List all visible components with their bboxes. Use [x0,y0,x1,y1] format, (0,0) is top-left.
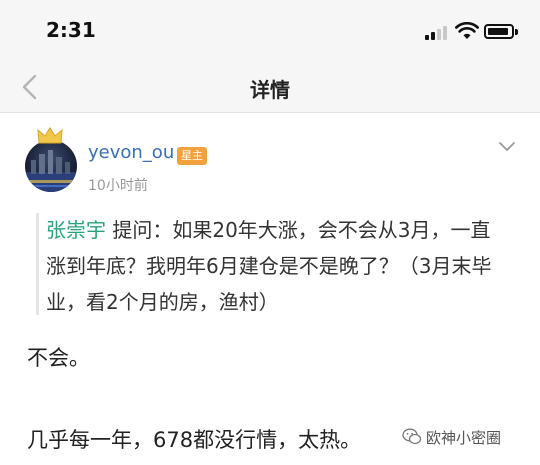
quoted-question: 张崇宇 提问：如果20年大涨，会不会从3月，一直涨到年底？我明年6月建仓是不是晚… [46,212,496,320]
cellular-signal-icon [425,24,449,40]
mention-link[interactable]: 张崇宇 [46,218,106,242]
owner-badge: 星主 [177,147,207,165]
author-name[interactable]: yevon_ou [88,142,174,163]
navigation-bar: 详情 [0,62,540,113]
battery-level [488,28,508,35]
avatar-image [25,150,77,192]
post-time: 10小时前 [88,178,148,194]
answer-line-2: 几乎每一年，678都没行情，太热。 [27,428,362,452]
watermark: 欧神小密圈 [402,426,501,448]
chevron-down-icon [499,142,515,151]
battery-icon [484,24,514,39]
avatar[interactable] [25,140,77,192]
wechat-icon [402,428,422,445]
question-text: 提问：如果20年大涨，会不会从3月，一直涨到年底？我明年6月建仓是不是晚了？（3… [46,218,492,314]
crown-icon [37,127,63,144]
watermark-text: 欧神小密圈 [426,428,502,447]
more-options-button[interactable] [497,139,517,153]
status-bar: 2:31 [0,0,540,62]
page-title: 详情 [250,78,290,102]
wifi-icon [455,22,479,39]
status-time: 2:31 [46,18,96,42]
answer-line-1: 不会。 [27,346,90,370]
battery-cap [515,29,518,35]
quote-bar [36,213,39,315]
